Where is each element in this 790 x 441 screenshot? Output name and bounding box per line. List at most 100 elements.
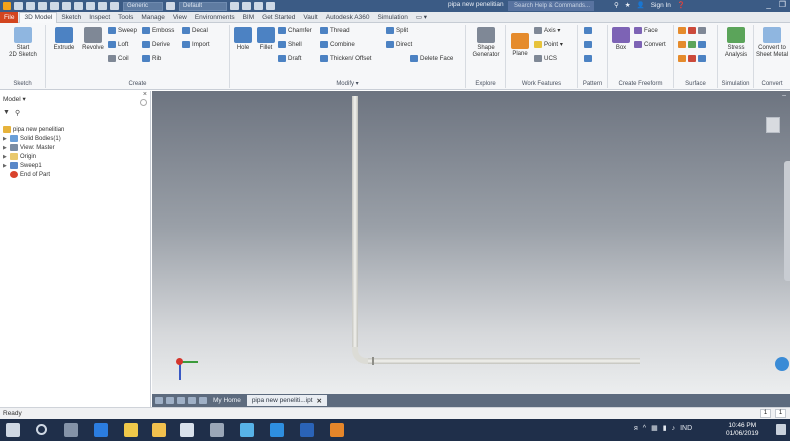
split-button[interactable]: Split xyxy=(386,27,408,34)
tab-autodesk-a360[interactable]: Autodesk A360 xyxy=(322,12,374,23)
expand-arrow-icon[interactable]: ▶ xyxy=(3,154,8,160)
network-icon[interactable]: ▦ xyxy=(651,424,658,432)
hole-button[interactable]: Hole xyxy=(232,27,254,52)
language-indicator[interactable]: IND xyxy=(680,425,692,432)
fillet-button[interactable]: Fillet xyxy=(255,27,277,52)
close-icon[interactable]: × xyxy=(143,91,147,98)
extrude-button[interactable]: Extrude xyxy=(50,27,78,52)
mirror-button[interactable] xyxy=(584,55,592,62)
tile-horizontal-icon[interactable] xyxy=(155,397,163,404)
navigation-wheel-icon[interactable] xyxy=(775,357,789,371)
material-dropdown[interactable]: Default xyxy=(179,1,227,11)
update-icon[interactable] xyxy=(86,2,95,10)
fx-icon[interactable] xyxy=(254,2,263,10)
help-icon[interactable]: ❓ xyxy=(677,1,685,9)
import-button[interactable]: Import xyxy=(182,41,210,48)
clock[interactable]: 10:46 PM 01/06/2019 xyxy=(726,422,759,438)
appearance-icon[interactable] xyxy=(110,2,119,10)
calculator-icon[interactable] xyxy=(210,423,224,437)
plane-button[interactable]: Plane xyxy=(508,33,532,58)
chamfer-button[interactable]: Chamfer xyxy=(278,27,312,34)
tab-environments[interactable]: Environments xyxy=(191,12,239,23)
start-2d-sketch-button[interactable]: Start 2D Sketch xyxy=(6,27,40,59)
point-button[interactable]: Point ▾ xyxy=(534,41,563,48)
tab-inspect[interactable]: Inspect xyxy=(85,12,114,23)
decal-button[interactable]: Decal xyxy=(182,27,208,34)
tab-manage[interactable]: Manage xyxy=(137,12,169,23)
photos-icon[interactable] xyxy=(270,423,284,437)
select-icon[interactable] xyxy=(98,2,107,10)
combine-button[interactable]: Combine xyxy=(320,41,355,48)
find-icon[interactable]: ⚲ xyxy=(15,109,20,117)
box-button[interactable]: Box xyxy=(610,27,632,52)
delete-face-button[interactable]: Delete Face xyxy=(410,55,453,62)
mail-icon[interactable] xyxy=(180,423,194,437)
rib-button[interactable]: Rib xyxy=(142,55,161,62)
stress-analysis-button[interactable]: Stress Analysis xyxy=(720,27,752,59)
binoculars-icon[interactable]: ⚲ xyxy=(614,1,619,9)
arrange-icon[interactable] xyxy=(188,397,196,404)
graphics-viewport[interactable]: – xyxy=(152,91,790,394)
adjust-icon[interactable] xyxy=(230,2,239,10)
thicken-offset-button[interactable]: Thicken/ Offset xyxy=(320,55,372,62)
circular-pattern-button[interactable] xyxy=(584,41,592,48)
inventor-taskbar-icon[interactable] xyxy=(330,423,344,437)
search-input[interactable]: Search Help & Commands... xyxy=(508,1,594,11)
loft-button[interactable]: Loft xyxy=(108,41,128,48)
paint-icon[interactable] xyxy=(240,423,254,437)
minimize-icon[interactable]: _ xyxy=(766,0,770,9)
document-tab-active[interactable]: pipa new peneliti...ipt ✕ xyxy=(246,395,327,406)
restore-icon[interactable]: ❐ xyxy=(779,0,786,9)
rectangular-pattern-button[interactable] xyxy=(584,27,592,34)
tab-view[interactable]: View xyxy=(169,12,191,23)
surface-tools-row1[interactable] xyxy=(678,27,706,34)
tab-vault[interactable]: Vault xyxy=(299,12,321,23)
navigation-bar[interactable] xyxy=(784,161,790,281)
file-explorer-icon[interactable] xyxy=(152,423,166,437)
sweep-button[interactable]: Sweep xyxy=(108,27,137,34)
battery-icon[interactable]: ▮ xyxy=(663,424,667,432)
tree-item-solid-bodies[interactable]: ▶ Solid Bodies(1) xyxy=(3,134,64,143)
axis-button[interactable]: Axis ▾ xyxy=(534,27,561,34)
sign-in-link[interactable]: Sign In xyxy=(651,2,671,9)
revolve-button[interactable]: Revolve xyxy=(79,27,107,52)
pipe-horizontal-segment[interactable] xyxy=(368,358,640,364)
open-icon[interactable] xyxy=(26,2,35,10)
surface-tools-row3[interactable] xyxy=(678,55,706,62)
shell-button[interactable]: Shell xyxy=(278,41,302,48)
appearance-dropdown[interactable]: Generic xyxy=(123,1,163,11)
help-circle-icon[interactable] xyxy=(140,99,147,106)
plus-icon[interactable] xyxy=(266,2,275,10)
expand-arrow-icon[interactable]: ▶ xyxy=(3,163,8,169)
surface-tools-row2[interactable] xyxy=(678,41,706,48)
derive-button[interactable]: Derive xyxy=(142,41,170,48)
viewport-close-icon[interactable]: – xyxy=(782,92,786,99)
task-view-icon[interactable] xyxy=(64,423,78,437)
tile-vertical-icon[interactable] xyxy=(166,397,174,404)
clear-icon[interactable] xyxy=(242,2,251,10)
pipe-vertical-segment[interactable] xyxy=(352,96,358,350)
new-icon[interactable] xyxy=(14,2,23,10)
face-button[interactable]: Face xyxy=(634,27,658,34)
undo-icon[interactable] xyxy=(50,2,59,10)
home-icon[interactable] xyxy=(74,2,83,10)
star-icon[interactable]: ★ xyxy=(625,1,631,9)
convert-freeform-button[interactable]: Convert xyxy=(634,41,666,48)
tab-sketch[interactable]: Sketch xyxy=(57,12,85,23)
coil-button[interactable]: Coil xyxy=(108,55,129,62)
viewcube[interactable] xyxy=(766,117,780,133)
word-icon[interactable] xyxy=(300,423,314,437)
emboss-button[interactable]: Emboss xyxy=(142,27,174,34)
volume-icon[interactable]: ♪ xyxy=(672,425,676,432)
tab-get-started[interactable]: Get Started xyxy=(258,12,299,23)
convert-to-sheet-metal-button[interactable]: Convert to Sheet Metal xyxy=(754,27,790,59)
filter-icon[interactable]: ▼ xyxy=(3,109,10,117)
thread-button[interactable]: Thread xyxy=(320,27,350,34)
shape-generator-button[interactable]: Shape Generator xyxy=(468,27,504,59)
model-browser-dropdown[interactable]: Model ▾ xyxy=(3,95,26,103)
tab-3d-model[interactable]: 3D Model xyxy=(19,11,58,23)
tab-file[interactable]: File xyxy=(0,11,19,23)
close-tab-icon[interactable]: ✕ xyxy=(317,397,322,405)
edge-icon[interactable] xyxy=(94,423,108,437)
notifications-icon[interactable] xyxy=(776,424,786,435)
